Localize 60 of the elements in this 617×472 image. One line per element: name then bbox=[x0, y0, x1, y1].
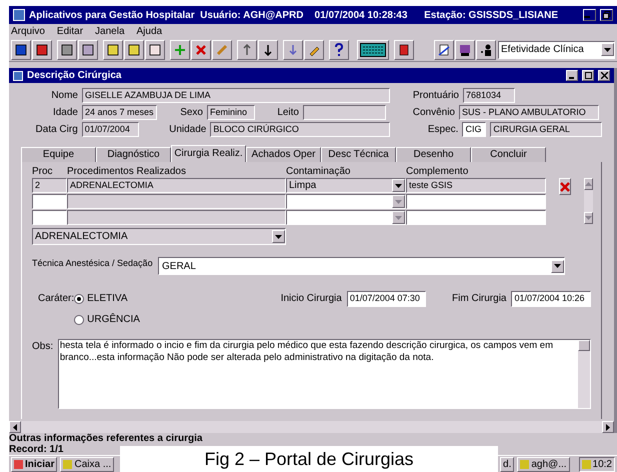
field-label: Prontuário bbox=[412, 89, 459, 103]
specialty-code-field[interactable]: CIG bbox=[462, 122, 486, 137]
menu-item[interactable]: Editar bbox=[56, 24, 84, 38]
taskbar-button[interactable]: Caixa ... bbox=[60, 456, 114, 472]
taskbar-button[interactable]: d. bbox=[500, 456, 514, 472]
radio-option[interactable]: ELETIVA bbox=[74, 291, 272, 306]
sex-field[interactable]: Feminino bbox=[207, 105, 255, 120]
proc-cell[interactable]: 2 bbox=[32, 178, 67, 193]
field-label: Inicio Cirurgia bbox=[280, 292, 342, 306]
tab[interactable]: Cirurgia Realiz. bbox=[171, 145, 246, 162]
field-label: Técnica Anestésica / Sedação bbox=[32, 257, 154, 270]
field-label: Espec. bbox=[426, 123, 458, 137]
field-label: Convênio bbox=[412, 106, 455, 120]
field-label: Fim Cirurgia bbox=[451, 292, 506, 306]
procedure-combo[interactable]: ADRENALECTOMIA bbox=[32, 228, 286, 245]
field-label: Caráter: bbox=[38, 292, 74, 306]
tab[interactable]: Concluir bbox=[471, 147, 546, 162]
tab[interactable]: Equipe bbox=[21, 147, 96, 162]
tab[interactable]: Diagnóstico bbox=[96, 147, 171, 162]
field-label: Idade bbox=[52, 106, 78, 120]
tab[interactable]: Desc Técnica bbox=[321, 147, 396, 162]
taskbar-button[interactable]: agh@... bbox=[517, 456, 570, 472]
unit-field[interactable]: BLOCO CIRÚRGICO bbox=[210, 122, 390, 137]
figure-caption: Fig 2 – Portal de Cirurgias bbox=[120, 446, 498, 472]
start-field[interactable]: 01/07/2004 07:30 bbox=[346, 291, 426, 307]
specialty-field[interactable]: CIRURGIA GERAL bbox=[490, 122, 602, 137]
column-header: Complemento bbox=[406, 166, 470, 178]
field-label: Data Cirg bbox=[34, 123, 78, 137]
taskbar-clock: 10:2 bbox=[578, 456, 615, 472]
field-label: Obs: bbox=[32, 340, 54, 354]
field-label: Nome bbox=[50, 89, 78, 103]
insurance-field[interactable]: SUS - PLANO AMBULATORIO bbox=[459, 105, 599, 120]
end-field[interactable]: 01/07/2004 10:26 bbox=[511, 291, 592, 307]
tab[interactable]: Desenho bbox=[396, 147, 471, 162]
status-text: Outras informações referentes a cirurgia bbox=[9, 433, 204, 444]
procedure-cell[interactable]: ADRENALECTOMIA bbox=[67, 178, 286, 193]
field-label: Leito bbox=[276, 106, 299, 120]
radio-option[interactable]: URGÊNCIA bbox=[74, 312, 272, 327]
menu-item[interactable]: Ajuda bbox=[136, 24, 162, 38]
anesthesia-combo[interactable]: GERAL bbox=[158, 257, 565, 275]
app-title: Aplicativos para Gestão Hospitalar Usuário: AGH@APRD 01/07/2004 10:28:43 Estação: GSISSDS_LISIANE bbox=[29, 8, 560, 22]
menu-item[interactable]: Arquivo bbox=[11, 24, 45, 38]
toolbar-combo[interactable]: Efetividade Clínica bbox=[498, 40, 615, 58]
form-title: Descrição Cirúrgica bbox=[27, 69, 122, 83]
field-label: Sexo bbox=[179, 106, 203, 120]
status-text: Record: 1/1 bbox=[9, 444, 64, 455]
record-field[interactable]: 7681034 bbox=[463, 88, 515, 103]
column-header: Procedimentos Realizados bbox=[67, 166, 187, 178]
age-field[interactable]: 24 anos 7 meses bbox=[82, 105, 157, 120]
name-field[interactable]: GISELLE AZAMBUJA DE LIMA bbox=[82, 88, 390, 103]
complement-cell[interactable]: teste GSIS bbox=[406, 178, 546, 193]
notes-field[interactable]: hesta tela é informado o incio e fim da cirurgia pelo médico que esta fazendo descrição cirurgica, os campos vem em branco...esta informação Não pode ser alterada pelo administrativo na digitação da nota. bbox=[58, 339, 591, 409]
date-field[interactable]: 01/07/2004 bbox=[82, 122, 139, 137]
field-label: Unidade bbox=[168, 123, 206, 137]
start-button[interactable]: Iniciar bbox=[11, 456, 58, 472]
column-header: Contaminação bbox=[286, 166, 352, 178]
menu-item[interactable]: Janela bbox=[95, 24, 124, 38]
tab[interactable]: Achados Oper bbox=[246, 147, 321, 162]
column-header: Proc bbox=[32, 166, 54, 178]
contamination-field[interactable]: Limpa bbox=[286, 178, 406, 193]
